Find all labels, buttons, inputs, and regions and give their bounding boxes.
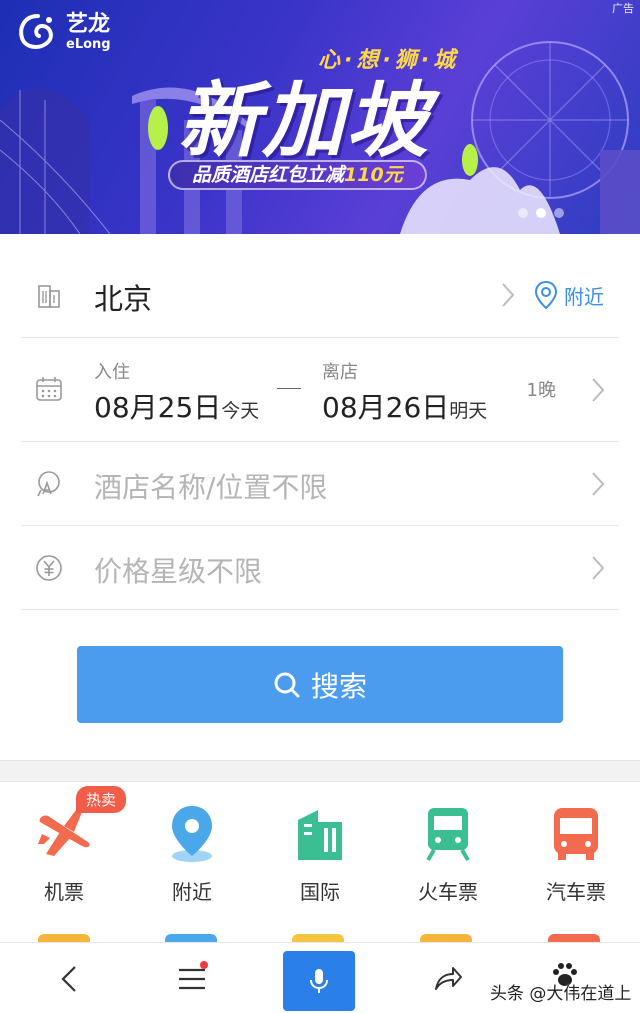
- category-label: 汽车票: [546, 880, 606, 904]
- back-button[interactable]: [40, 943, 100, 1013]
- carousel-dot-active[interactable]: [536, 208, 546, 218]
- category-international[interactable]: 国际: [256, 790, 384, 920]
- chevron-right-icon[interactable]: [500, 281, 516, 309]
- keyword-row[interactable]: 酒店名称/位置不限: [22, 442, 618, 526]
- price-star-row[interactable]: 价格星级不限: [22, 526, 618, 610]
- category-label: 机票: [44, 880, 84, 904]
- category-label: 附近: [172, 880, 212, 904]
- chevron-right-icon[interactable]: [590, 470, 606, 498]
- date-row[interactable]: 入住 08月25日今天 离店 08月26日明天 1晚: [22, 338, 618, 442]
- price-placeholder[interactable]: 价格星级不限: [94, 550, 262, 590]
- app-page: 艺龙 eLong 广告 心·想·狮·城 新加坡 品质酒店红包立减110元 北京: [0, 0, 640, 1013]
- peek-icon: [38, 934, 90, 942]
- location-pin-icon: [534, 280, 558, 310]
- checkin-day: 今天: [221, 400, 260, 422]
- ad-tag: 广告: [612, 2, 634, 15]
- category-label: 国际: [300, 880, 340, 904]
- checkin-date[interactable]: 入住 08月25日今天: [94, 358, 259, 426]
- location-pin-icon: [172, 806, 212, 862]
- category-flight[interactable]: 机票 热卖: [0, 786, 128, 920]
- promo-text: 品质酒店红包立减: [192, 164, 345, 186]
- city-row[interactable]: 北京 附近: [22, 254, 618, 338]
- category-nearby[interactable]: 附近: [128, 790, 256, 920]
- checkout-date[interactable]: 离店 08月26日明天: [322, 358, 487, 426]
- search-icon: [274, 672, 300, 697]
- banner-promo-pill: 品质酒店红包立减110元: [168, 160, 427, 190]
- voice-search-button[interactable]: [283, 951, 355, 1011]
- category-bus[interactable]: 汽车票: [512, 790, 640, 920]
- peek-icon: [292, 934, 344, 942]
- checkout-label: 离店: [322, 362, 358, 383]
- promo-banner[interactable]: 艺龙 eLong 广告 心·想·狮·城 新加坡 品质酒店红包立减110元: [0, 0, 640, 234]
- peek-icon: [548, 934, 600, 942]
- date-separator: [277, 388, 301, 389]
- buildings-icon: [298, 810, 342, 860]
- nights-count: 1晚: [526, 380, 556, 401]
- microphone-icon: [310, 969, 328, 993]
- nearby-button[interactable]: 附近: [534, 280, 604, 310]
- checkout-day: 明天: [449, 400, 488, 422]
- carousel-dot[interactable]: [554, 208, 564, 218]
- train-icon: [426, 808, 470, 862]
- logo-text-cn: 艺龙: [66, 11, 111, 37]
- category-train[interactable]: 火车票: [384, 790, 512, 920]
- watermark: 头条 @大伟在道上: [490, 984, 632, 1004]
- keyword-placeholder[interactable]: 酒店名称/位置不限: [94, 466, 327, 506]
- elong-logo: 艺龙 eLong: [16, 12, 111, 52]
- chevron-right-icon[interactable]: [590, 554, 606, 582]
- city-value[interactable]: 北京: [94, 276, 152, 318]
- yuan-icon: [36, 555, 62, 581]
- logo-text-en: eLong: [66, 36, 111, 52]
- carousel-indicator: [518, 208, 564, 218]
- notification-dot: [200, 961, 208, 969]
- chevron-right-icon[interactable]: [590, 376, 606, 404]
- calendar-icon: [36, 377, 62, 401]
- hotel-search-form: 北京 附近 入住 08月25日今天 离店 08月26日明天 1晚 酒店名称/位置…: [22, 254, 618, 610]
- carousel-dot[interactable]: [518, 208, 528, 218]
- elong-dragon-logo-icon: [19, 14, 53, 49]
- section-divider: [0, 760, 640, 782]
- nearby-label: 附近: [564, 284, 604, 309]
- search-button-label: 搜索: [310, 669, 367, 703]
- peek-icon: [165, 934, 217, 942]
- checkout-date-value: 08月26日: [322, 391, 450, 424]
- banner-headline: 新加坡: [178, 74, 430, 169]
- category-label: 火车票: [418, 880, 478, 904]
- category-grid: 机票 热卖 附近 国际 火车票 汽车票: [0, 786, 640, 920]
- keyword-search-icon: [37, 471, 60, 497]
- menu-button[interactable]: [162, 943, 222, 1013]
- peek-icon: [420, 934, 472, 942]
- share-icon: [435, 966, 462, 990]
- next-row-peek: [0, 928, 640, 942]
- share-button[interactable]: [418, 943, 478, 1013]
- hot-badge: 热卖: [76, 786, 127, 813]
- building-icon: [38, 285, 60, 308]
- checkin-date-value: 08月25日: [94, 391, 222, 424]
- back-icon: [61, 965, 76, 992]
- search-button[interactable]: 搜索: [77, 646, 563, 723]
- checkin-label: 入住: [94, 362, 130, 383]
- promo-amount: 110元: [344, 164, 403, 186]
- bus-icon: [554, 808, 598, 860]
